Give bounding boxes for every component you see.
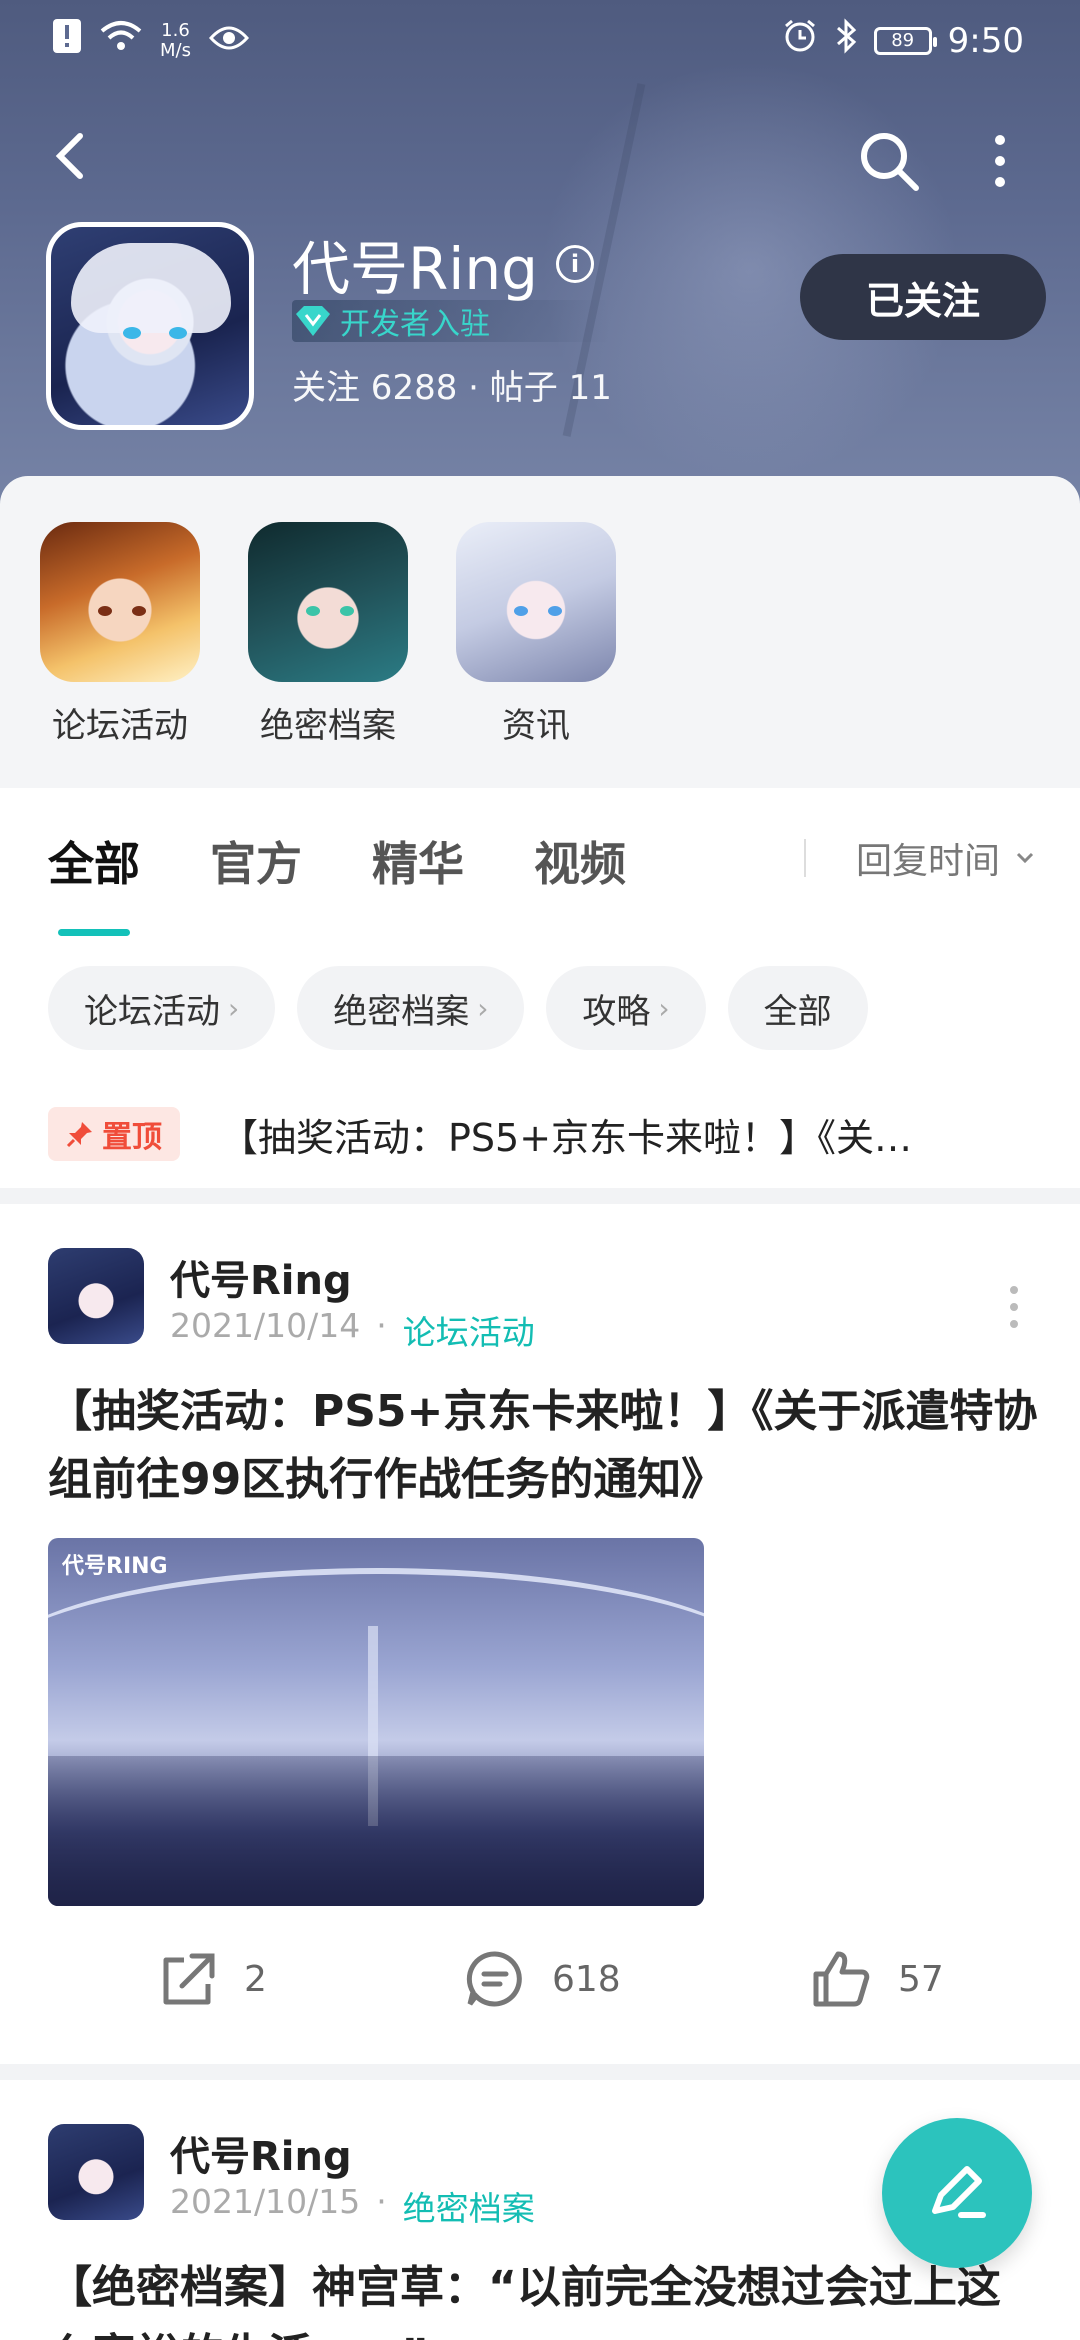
chip-label: 论坛活动 [84,991,220,1032]
forum-name: 代号Ring [292,235,538,303]
share-count: 2 [244,1958,267,2000]
forum-profile: 代号Ring i 开发者入驻 关注 6288 · 帖子 11 已关注 [46,222,1046,432]
post-actions: 2 618 57 [0,1938,1080,2018]
follow-button[interactable]: 已关注 [800,254,1046,340]
share-icon [163,1953,215,2005]
forum-avatar[interactable] [46,222,254,430]
network-speed-value: 1.6 [161,19,190,41]
author-avatar[interactable] [48,1248,144,1344]
chevron-right-icon: › [477,991,489,1025]
author-name[interactable]: 代号Ring [170,2124,352,2182]
status-bar: 1.6 M/s 89 9:50 [0,0,1080,76]
chip-label: 攻略 [582,991,651,1032]
more-options-button[interactable] [980,126,1020,196]
author-name[interactable]: 代号Ring [170,1248,352,1306]
info-icon[interactable]: i [556,245,594,283]
like-button[interactable]: 57 [810,1948,944,2010]
sort-label: 回复时间 [855,841,1000,882]
chevron-right-icon: › [228,991,240,1025]
pen-icon [932,2166,986,2218]
shortcut-label: 论坛活动 [52,706,188,746]
comment-button[interactable]: 618 [464,1948,621,2010]
notification-alert-icon [52,18,82,63]
sort-dropdown[interactable]: 回复时间 [803,832,1036,884]
shortcut-forum-activity[interactable]: 论坛活动 [40,522,200,747]
tab-featured[interactable]: 精华 [372,828,464,894]
post-meta: 2021/10/15 · 绝密档案 [170,2182,535,2230]
share-button[interactable]: 2 [156,1948,267,2010]
post-category[interactable]: 论坛活动 [403,1306,535,1354]
post-date: 2021/10/14 [170,1306,361,1345]
post-feed: 全部 官方 精华 视频 回复时间 论坛活动 › 绝密档案 › 攻略 › 全部 置顶 【… [0,788,1080,2340]
meta-separator: · [376,1306,387,1345]
post-cover-image[interactable]: 代号RING [48,1538,704,1906]
post-category[interactable]: 绝密档案 [403,2182,535,2230]
pinned-badge-label: 置顶 [102,1120,162,1155]
shortcut-image [456,522,616,682]
battery-level: 89 [891,30,915,51]
chip-all[interactable]: 全部 [727,966,868,1050]
clock-time: 9:50 [947,20,1024,61]
search-icon [861,133,919,191]
shortcut-image [40,522,200,682]
shortcut-label: 绝密档案 [260,706,396,746]
comment-count: 618 [552,1958,621,2000]
top-navigation-bar [0,120,1080,200]
post-date: 2021/10/15 [170,2182,361,2221]
sort-divider [803,839,806,877]
chip-label: 全部 [763,991,832,1032]
back-button[interactable] [44,126,104,186]
search-button[interactable] [854,126,924,196]
section-divider [0,2064,1080,2080]
chevron-left-icon [55,133,83,179]
chip-label: 绝密档案 [333,991,470,1032]
forum-header: 1.6 M/s 89 9:50 代号Ring i 开发者入驻 关注 6288 ·… [0,0,1080,520]
tab-official[interactable]: 官方 [210,828,302,894]
network-speed-unit: M/s [160,39,191,61]
shortcut-secret-files[interactable]: 绝密档案 [248,522,408,747]
tab-all[interactable]: 全部 [48,828,140,936]
pinned-title: 【抽奖活动：PS5+京东卡来啦！】《关… [220,1115,913,1160]
alarm-icon [782,18,818,63]
bluetooth-icon [834,18,858,63]
shortcut-news[interactable]: 资讯 [456,522,616,747]
chip-guides[interactable]: 攻略 › [546,966,706,1050]
chip-forum-activity[interactable]: 论坛活动 › [48,966,276,1050]
feed-tabs: 全部 官方 精华 视频 [48,828,626,936]
diamond-icon [296,306,330,336]
network-speed: 1.6 M/s [160,19,191,61]
comment-icon [466,1951,522,2007]
cover-logo: 代号RING [62,1554,168,1579]
shortcut-image [248,522,408,682]
chip-secret-files[interactable]: 绝密档案 › [297,966,525,1050]
meta-separator: · [376,2182,387,2221]
forum-title: 代号Ring i [292,222,594,306]
battery-indicator: 89 [873,26,937,55]
post-title[interactable]: 【绝密档案】神宫草：“以前完全没想过会过上这么富裕的生活……” [48,2254,1038,2340]
post-title[interactable]: 【抽奖活动：PS5+京东卡来啦！】《关于派遣特协组前往99区执行作战任务的通知》 [48,1378,1038,1514]
post-more-icon[interactable] [1008,1282,1020,1332]
thumbs-up-icon [813,1951,870,2007]
shortcut-panel: 论坛活动 绝密档案 资讯 [0,476,1080,788]
pin-icon [66,1122,92,1148]
shortcut-label: 资讯 [502,706,570,746]
wifi-icon [100,19,142,62]
section-divider [0,1188,1080,1204]
chevron-down-icon [1016,852,1034,864]
post-card[interactable]: 代号Ring 2021/10/14 · 论坛活动 【抽奖活动：PS5+京东卡来啦… [0,1248,1080,2007]
developer-badge[interactable]: 开发者入驻 [292,300,610,342]
chevron-right-icon: › [658,991,670,1025]
forum-stats: 关注 6288 · 帖子 11 [292,368,612,408]
compose-post-button[interactable] [882,2118,1032,2268]
category-chips: 论坛活动 › 绝密档案 › 攻略 › 全部 [48,966,868,1050]
developer-badge-label: 开发者入驻 [340,307,490,342]
pinned-badge: 置顶 [48,1107,180,1161]
eye-icon [208,21,250,61]
author-avatar[interactable] [48,2124,144,2220]
like-count: 57 [898,1958,944,2000]
post-meta: 2021/10/14 · 论坛活动 [170,1306,535,1354]
tab-video[interactable]: 视频 [534,828,626,894]
more-vertical-icon [995,135,1005,187]
pinned-post[interactable]: 置顶 【抽奖活动：PS5+京东卡来啦！】《关… [48,1106,1038,1162]
